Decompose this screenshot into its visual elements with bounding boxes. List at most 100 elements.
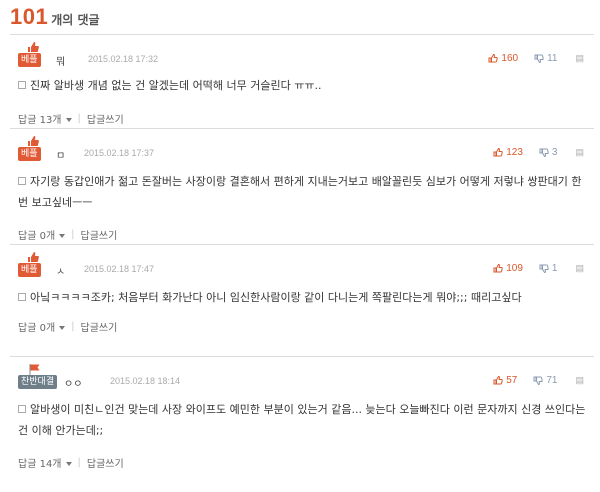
comment-actions: 답글 0개 | 답글쓰기: [18, 319, 117, 334]
document-icon: [18, 177, 26, 185]
vs-badge: 찬반대결: [18, 363, 58, 391]
like-count: 160: [501, 53, 519, 64]
dislike-count: 3: [551, 147, 558, 158]
best-badge: 베플: [18, 251, 48, 279]
divider: |: [77, 113, 81, 124]
divider: |: [71, 229, 75, 240]
replies-toggle[interactable]: 답글 14개: [18, 455, 72, 470]
comment-item: 베플 뭐 2015.02.18 17:32 160 11 ▤ 진짜 알바생 개념…: [10, 35, 594, 129]
best-badge-label: 베플: [18, 147, 41, 161]
thumbs-up-icon: [28, 136, 39, 146]
divider: |: [77, 457, 81, 468]
comment-list: 베플 뭐 2015.02.18 17:32 160 11 ▤ 진짜 알바생 개념…: [10, 34, 594, 491]
dislike-button[interactable]: 1: [539, 263, 558, 274]
comment-body: 자기랑 동갑인애가 젊고 돈잘버는 사장이랑 결혼해서 편하게 지내는거보고 배…: [18, 171, 588, 213]
replies-toggle[interactable]: 답글 13개: [18, 111, 72, 126]
thumbs-up-icon: [493, 264, 503, 273]
replies-toggle[interactable]: 답글 0개: [18, 319, 66, 334]
best-badge-label: 베플: [18, 263, 41, 277]
comment-author[interactable]: 뭐: [56, 53, 65, 68]
document-icon: [18, 405, 26, 413]
replies-count: 답글 0개: [18, 323, 56, 334]
thumbs-up-icon: [493, 376, 503, 385]
thumbs-up-icon: [28, 252, 39, 262]
replies-count: 답글 14개: [18, 459, 62, 470]
comment-date: 2015.02.18 17:47: [84, 264, 155, 274]
thumbs-down-icon: [533, 376, 544, 385]
comment-text: 아닠ㅋㅋㅋㅋ조카; 처음부터 화가난다 아니 임신한사람이랑 같이 다니는게 쪽…: [30, 291, 522, 304]
comment-author[interactable]: ㅅ: [56, 263, 65, 278]
thumbs-down-icon: [539, 264, 549, 273]
comments-header: 101 개의 댓글: [10, 4, 100, 34]
comment-item: 베플 ㅁ 2015.02.18 17:37 123 3 ▤ 자기랑 동갑인애가 …: [10, 129, 594, 245]
thumbs-down-icon: [534, 54, 544, 63]
comment-date: 2015.02.18 17:37: [84, 148, 155, 158]
like-count: 57: [506, 375, 518, 386]
dislike-count: 71: [546, 375, 558, 386]
dislike-count: 1: [551, 263, 558, 274]
caret-down-icon: [65, 118, 72, 122]
comment-body: 알바생이 미친ㄴ인건 맞는데 사장 와이프도 예민한 부분이 있는거 같음...…: [18, 399, 588, 441]
replies-count: 답글 13개: [18, 115, 62, 126]
vote-controls: 123 3 ▤: [493, 147, 584, 158]
document-icon: [18, 81, 26, 89]
caret-down-icon: [65, 462, 72, 466]
report-icon[interactable]: ▤: [575, 53, 584, 64]
vote-controls: 57 71 ▤: [493, 375, 584, 386]
replies-toggle[interactable]: 답글 0개: [18, 227, 66, 242]
comment-actions: 답글 13개 | 답글쓰기: [18, 111, 124, 126]
report-icon[interactable]: ▤: [575, 375, 584, 386]
thumbs-up-icon: [28, 42, 39, 52]
report-icon[interactable]: ▤: [575, 147, 584, 158]
like-button[interactable]: 109: [493, 263, 523, 274]
divider: |: [71, 321, 75, 332]
comment-author[interactable]: ㅇㅇ: [64, 375, 82, 390]
flag-icon: [29, 364, 40, 375]
best-badge: 베플: [18, 135, 48, 163]
caret-down-icon: [59, 234, 66, 238]
comment-actions: 답글 0개 | 답글쓰기: [18, 227, 117, 242]
comment-text: 진짜 알바생 개념 없는 건 알겠는데 어떡해 너무 거슬린다 ㅠㅠ..: [30, 79, 322, 92]
document-icon: [18, 293, 26, 301]
write-reply-link[interactable]: 답글쓰기: [87, 111, 124, 126]
write-reply-link[interactable]: 답글쓰기: [81, 319, 118, 334]
comment-text: 알바생이 미친ㄴ인건 맞는데 사장 와이프도 예민한 부분이 있는거 같음...…: [18, 403, 586, 437]
replies-count: 답글 0개: [18, 231, 56, 242]
comment-meta: 찬반대결 ㅇㅇ 2015.02.18 18:14 57 71 ▤: [18, 363, 588, 391]
dislike-count: 11: [547, 53, 558, 64]
best-badge: 베플: [18, 41, 48, 69]
caret-down-icon: [59, 326, 66, 330]
like-button[interactable]: 123: [493, 147, 523, 158]
thumbs-down-icon: [539, 148, 549, 157]
comment-author[interactable]: ㅁ: [56, 147, 65, 162]
comment-text: 자기랑 동갑인애가 젊고 돈잘버는 사장이랑 결혼해서 편하게 지내는거보고 배…: [18, 175, 582, 209]
comment-body: 진짜 알바생 개념 없는 건 알겠는데 어떡해 너무 거슬린다 ㅠㅠ..: [18, 75, 588, 96]
comment-meta: 베플 ㅁ 2015.02.18 17:37 123 3 ▤: [18, 135, 588, 163]
thumbs-up-icon: [488, 54, 499, 63]
dislike-button[interactable]: 71: [533, 375, 557, 386]
comment-meta: 베플 뭐 2015.02.18 17:32 160 11 ▤: [18, 41, 588, 69]
comment-date: 2015.02.18 18:14: [110, 376, 181, 386]
comment-count: 101: [10, 4, 49, 29]
like-count: 109: [506, 263, 523, 274]
write-reply-link[interactable]: 답글쓰기: [81, 227, 118, 242]
comment-actions: 답글 14개 | 답글쓰기: [18, 455, 124, 470]
comment-count-suffix: 개의 댓글: [51, 13, 100, 27]
vote-controls: 160 11 ▤: [488, 53, 584, 64]
dislike-button[interactable]: 3: [539, 147, 558, 158]
like-button[interactable]: 160: [488, 53, 518, 64]
vs-badge-label: 찬반대결: [18, 375, 58, 389]
write-reply-link[interactable]: 답글쓰기: [87, 455, 124, 470]
like-button[interactable]: 57: [493, 375, 517, 386]
report-icon[interactable]: ▤: [575, 263, 584, 274]
like-count: 123: [506, 147, 523, 158]
comment-item: 찬반대결 ㅇㅇ 2015.02.18 18:14 57 71 ▤ 알바생이 미친…: [10, 357, 594, 491]
dislike-button[interactable]: 11: [534, 53, 557, 64]
comment-meta: 베플 ㅅ 2015.02.18 17:47 109 1 ▤: [18, 251, 588, 279]
comment-date: 2015.02.18 17:32: [88, 54, 159, 64]
vote-controls: 109 1 ▤: [493, 263, 584, 274]
best-badge-label: 베플: [18, 53, 41, 67]
comment-body: 아닠ㅋㅋㅋㅋ조카; 처음부터 화가난다 아니 임신한사람이랑 같이 다니는게 쪽…: [18, 287, 588, 308]
comment-item: 베플 ㅅ 2015.02.18 17:47 109 1 ▤ 아닠ㅋㅋㅋㅋ조카; …: [10, 245, 594, 357]
thumbs-up-icon: [493, 148, 503, 157]
